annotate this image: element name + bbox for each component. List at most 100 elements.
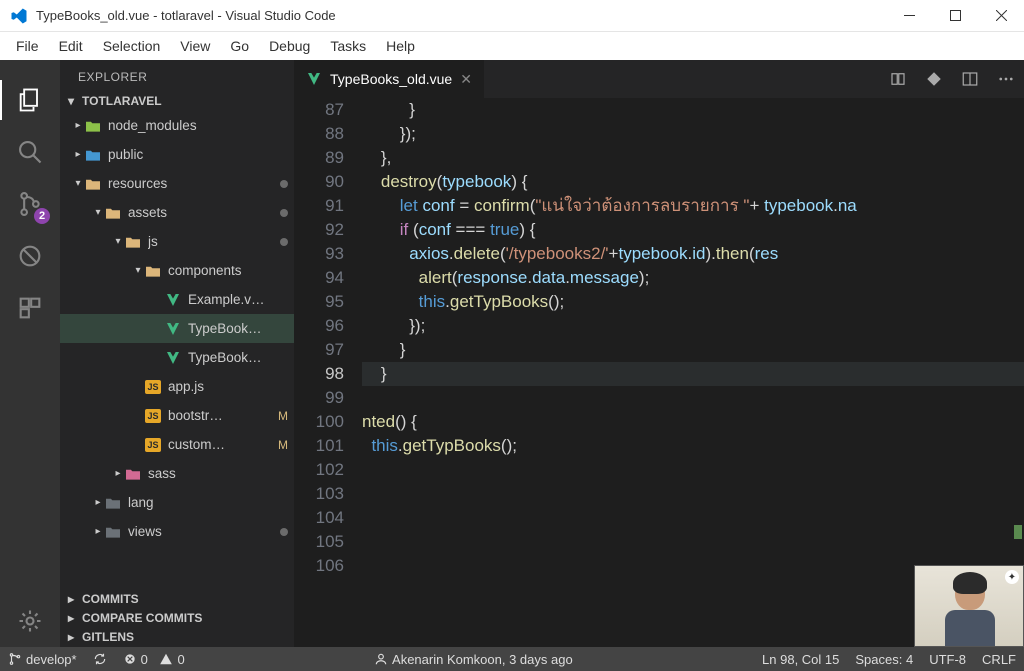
status-eol[interactable]: CRLF xyxy=(974,652,1024,667)
activity-search[interactable] xyxy=(0,126,60,178)
status-sync[interactable] xyxy=(85,652,115,666)
activity-explorer[interactable] xyxy=(0,74,60,126)
tree-row[interactable]: ▸node_modules xyxy=(60,111,294,140)
tree-arrow-icon: ▾ xyxy=(72,178,84,189)
section-compare-commits[interactable]: ▸COMPARE COMMITS xyxy=(60,609,294,628)
status-problems[interactable]: 0 0 xyxy=(115,652,193,667)
tree-label: js xyxy=(148,234,274,249)
tree-row[interactable]: ▾js xyxy=(60,227,294,256)
tree-row[interactable]: JS app.js xyxy=(60,372,294,401)
git-branch-icon xyxy=(8,652,22,666)
menu-help[interactable]: Help xyxy=(376,35,425,57)
activity-scm[interactable]: 2 xyxy=(0,178,60,230)
status-blame[interactable]: Akenarin Komkoon, 3 days ago xyxy=(366,652,581,667)
js-icon: JS xyxy=(144,407,162,425)
tree-label: TypeBook… xyxy=(188,350,288,365)
tree-arrow-icon: ▸ xyxy=(112,468,124,479)
menu-view[interactable]: View xyxy=(170,35,220,57)
tree-row[interactable]: TypeBook… xyxy=(60,314,294,343)
warning-icon xyxy=(159,652,173,666)
tree-arrow-icon: ▾ xyxy=(132,265,144,276)
compare-icon xyxy=(889,70,907,88)
modified-badge: M xyxy=(278,438,288,452)
more-icon xyxy=(997,70,1015,88)
error-icon xyxy=(123,652,137,666)
tree-label: public xyxy=(108,147,288,162)
tree-row[interactable]: ▾resources xyxy=(60,169,294,198)
menu-file[interactable]: File xyxy=(6,35,49,57)
window-maximize[interactable] xyxy=(932,0,978,32)
tree-arrow-icon: ▸ xyxy=(92,526,104,537)
tree-label: components xyxy=(168,263,288,278)
tree-label: sass xyxy=(148,466,288,481)
open-preview-icon xyxy=(925,70,943,88)
debug-icon xyxy=(16,242,44,270)
editor-action-preview[interactable] xyxy=(916,60,952,98)
status-bar: develop* 0 0 Akenarin Komkoon, 3 days ag… xyxy=(0,647,1024,671)
tree-row[interactable]: TypeBook… xyxy=(60,343,294,372)
menu-edit[interactable]: Edit xyxy=(49,35,93,57)
tab-typebooks-old[interactable]: TypeBooks_old.vue ✕ xyxy=(294,60,485,98)
status-position[interactable]: Ln 98, Col 15 xyxy=(754,652,847,667)
explorer-root-label: TOTLARAVEL xyxy=(82,94,162,108)
webcam-overlay: ✦ xyxy=(914,565,1024,647)
section-commits[interactable]: ▸COMMITS xyxy=(60,590,294,609)
activity-extensions[interactable] xyxy=(0,282,60,334)
editor-area: TypeBooks_old.vue ✕ 87888990919293949596… xyxy=(294,60,1024,647)
activity-settings[interactable] xyxy=(0,595,60,647)
tree-arrow-icon: ▾ xyxy=(92,207,104,218)
menu-go[interactable]: Go xyxy=(220,35,259,57)
status-branch[interactable]: develop* xyxy=(0,652,85,667)
presenter-figure xyxy=(943,576,997,644)
chevron-right-icon: ▸ xyxy=(64,611,78,625)
window-title: TypeBooks_old.vue - totlaravel - Visual … xyxy=(36,8,886,23)
minimap-marker xyxy=(1014,525,1022,539)
activity-debug[interactable] xyxy=(0,230,60,282)
status-spaces[interactable]: Spaces: 4 xyxy=(847,652,921,667)
sync-icon xyxy=(93,652,107,666)
tree-label: assets xyxy=(128,205,274,220)
modified-badge: M xyxy=(278,409,288,423)
search-icon xyxy=(16,138,44,166)
window-minimize[interactable] xyxy=(886,0,932,32)
editor-action-split[interactable] xyxy=(952,60,988,98)
tree-row[interactable]: ▸public xyxy=(60,140,294,169)
editor-action-compare[interactable] xyxy=(880,60,916,98)
tree-row[interactable]: ▸ sass xyxy=(60,459,294,488)
folder-open-icon xyxy=(124,233,142,251)
tree-label: TypeBook… xyxy=(188,321,288,336)
window-close[interactable] xyxy=(978,0,1024,32)
explorer-sidebar: EXPLORER ▾ TOTLARAVEL ▸node_modules▸publ… xyxy=(60,60,294,647)
chevron-right-icon: ▸ xyxy=(64,630,78,644)
section-gitlens[interactable]: ▸GITLENS xyxy=(60,628,294,647)
tab-close-icon[interactable]: ✕ xyxy=(460,71,472,88)
menu-debug[interactable]: Debug xyxy=(259,35,320,57)
tree-label: app.js xyxy=(168,379,288,394)
js-icon: JS xyxy=(144,378,162,396)
gear-icon xyxy=(16,607,44,635)
tree-row[interactable]: Example.v… xyxy=(60,285,294,314)
js-icon: JS xyxy=(144,436,162,454)
status-encoding[interactable]: UTF-8 xyxy=(921,652,974,667)
activity-bar: 2 xyxy=(0,60,60,647)
tree-row[interactable]: ▾ assets xyxy=(60,198,294,227)
tree-row[interactable]: JSbootstr…M xyxy=(60,401,294,430)
extensions-icon xyxy=(16,294,44,322)
pink-folder-icon xyxy=(124,465,142,483)
tree-arrow-icon: ▸ xyxy=(92,497,104,508)
tree-row[interactable]: ▸ lang xyxy=(60,488,294,517)
blue-folder-icon xyxy=(84,146,102,164)
menu-selection[interactable]: Selection xyxy=(93,35,171,57)
tree-row[interactable]: ▾ components xyxy=(60,256,294,285)
menu-tasks[interactable]: Tasks xyxy=(320,35,376,57)
files-icon xyxy=(16,86,44,114)
line-gutter: 8788899091929394959697989910010110210310… xyxy=(294,98,362,647)
editor-action-more[interactable] xyxy=(988,60,1024,98)
explorer-root-section[interactable]: ▾ TOTLARAVEL xyxy=(60,92,294,111)
tree-row[interactable]: ▸views xyxy=(60,517,294,546)
tree-label: node_modules xyxy=(108,118,288,133)
folder-open-icon xyxy=(84,175,102,193)
tree-row[interactable]: JScustom…M xyxy=(60,430,294,459)
tree-label: lang xyxy=(128,495,288,510)
menubar: File Edit Selection View Go Debug Tasks … xyxy=(0,32,1024,60)
